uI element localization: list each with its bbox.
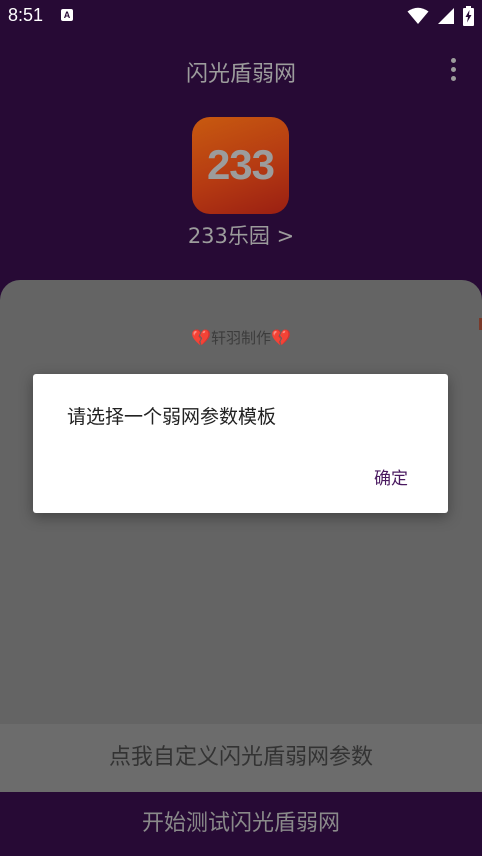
- dialog-message: 请选择一个弱网参数模板: [67, 406, 277, 428]
- dialog-ok-button[interactable]: 确定: [374, 464, 408, 489]
- start-test-button[interactable]: 开始测试闪光盾弱网: [0, 792, 482, 856]
- status-icons: [407, 6, 474, 26]
- app-logo-text: 233: [206, 141, 275, 188]
- wifi-icon: [407, 7, 429, 24]
- broken-heart-icon: 💔: [191, 328, 211, 347]
- notification-icon: A: [61, 9, 73, 21]
- custom-params-button[interactable]: 点我自定义闪光盾弱网参数: [0, 724, 482, 792]
- target-app-name[interactable]: 233乐园 >: [0, 220, 482, 250]
- app-title: 闪光盾弱网: [185, 62, 296, 87]
- signal-icon: [438, 8, 454, 24]
- app-bar: 闪光盾弱网: [0, 48, 482, 92]
- credit-text: 轩羽制作: [210, 329, 271, 347]
- app-logo[interactable]: 233: [192, 117, 289, 214]
- more-vert-icon[interactable]: [449, 58, 457, 82]
- template-dialog: 请选择一个弱网参数模板 确定: [33, 374, 448, 513]
- credit: 💔轩羽制作💔: [0, 327, 482, 348]
- status-bar: 8:51 A: [0, 0, 482, 32]
- status-time: 8:51: [8, 5, 44, 25]
- screen: 8:51 A 闪光盾弱网 233 233乐园 > 💔轩羽制作💔 点我自定义闪光盾…: [0, 0, 482, 856]
- broken-heart-icon: 💔: [271, 328, 291, 347]
- battery-charging-icon: [463, 6, 474, 26]
